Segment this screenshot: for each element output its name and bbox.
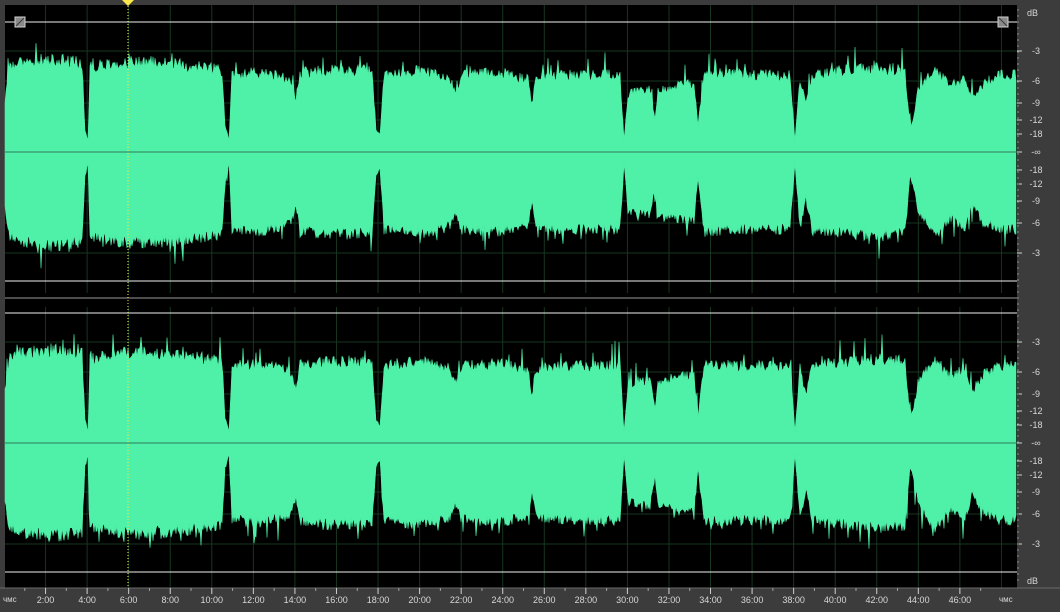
time-label: 44:00 [907,595,930,605]
time-label: 12:00 [242,595,265,605]
db-unit-top: dB [1027,8,1038,18]
time-unit-start: чмс [3,595,17,604]
time-ruler[interactable] [0,588,1060,607]
db-label: -3 [1032,248,1040,258]
db-label: -9 [1032,389,1040,399]
time-label: 24:00 [491,595,514,605]
time-label: 14:00 [284,595,307,605]
db-label: -3 [1032,337,1040,347]
envelope-handle-start[interactable] [14,16,26,28]
waveform-editor[interactable]: -3 -6 -9 -12 -18 -∞ -18 -12 -9 -6 -3 -3 -6 -9 -12 -18 -∞… [0,0,1060,607]
time-label: 10:00 [201,595,224,605]
time-label: 40:00 [824,595,847,605]
time-label: 18:00 [367,595,390,605]
envelope-handle-end[interactable] [997,16,1009,28]
time-label: 46:00 [949,595,972,605]
time-label: 6:00 [120,595,138,605]
time-label: 28:00 [575,595,598,605]
db-label: -∞ [1031,438,1040,448]
db-label: -12 [1029,179,1042,189]
db-ruler [1017,5,1060,588]
time-label: 8:00 [161,595,179,605]
time-label: 20:00 [408,595,431,605]
db-label: -18 [1029,420,1042,430]
db-label: -12 [1029,406,1042,416]
time-label: 32:00 [658,595,681,605]
db-label: -18 [1029,129,1042,139]
time-unit-end: чмс [999,595,1013,604]
db-label: -9 [1032,487,1040,497]
db-label: -6 [1032,367,1040,377]
db-label: -12 [1029,115,1042,125]
db-label: -6 [1032,509,1040,519]
time-label: 30:00 [616,595,639,605]
time-label: 2:00 [37,595,55,605]
time-label: 38:00 [782,595,805,605]
db-label: -6 [1032,218,1040,228]
db-label: -3 [1032,539,1040,549]
channel-separator [5,293,1017,307]
db-label: -6 [1032,76,1040,86]
time-label: 26:00 [533,595,556,605]
db-label: -18 [1029,456,1042,466]
db-label: -9 [1032,196,1040,206]
db-label: -12 [1029,470,1042,480]
time-label: 42:00 [865,595,888,605]
db-label: -∞ [1031,147,1040,157]
time-label: 16:00 [325,595,348,605]
time-label: 22:00 [450,595,473,605]
waveform-right-channel[interactable] [4,334,1017,549]
time-label: 34:00 [699,595,722,605]
time-label: 36:00 [741,595,764,605]
time-label: 4:00 [78,595,96,605]
db-label: -3 [1032,46,1040,56]
db-unit-bottom: dB [1027,576,1038,586]
waveform-editor-canvas[interactable]: -3 -6 -9 -12 -18 -∞ -18 -12 -9 -6 -3 -3 -6 -9 -12 -18 -∞… [0,0,1060,607]
db-label: -18 [1029,165,1042,175]
db-label: -9 [1032,98,1040,108]
